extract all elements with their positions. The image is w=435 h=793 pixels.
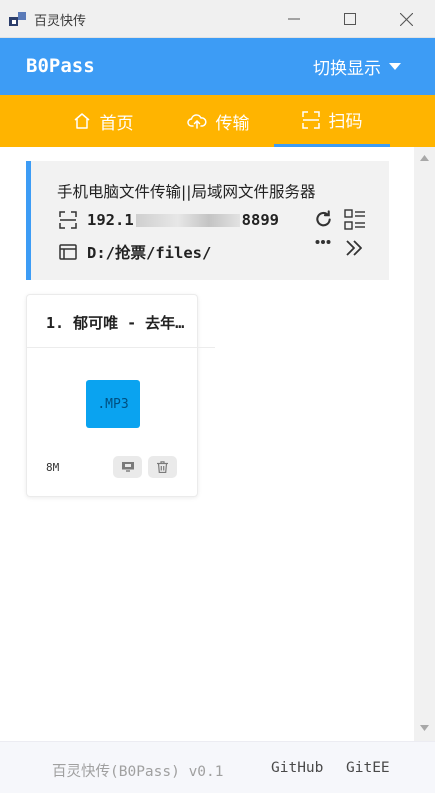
scan-icon <box>301 110 320 129</box>
shared-folder-row: D:/抢票/files/ <box>59 241 211 263</box>
more-button[interactable] <box>315 239 331 245</box>
vertical-scrollbar[interactable] <box>414 147 435 741</box>
tab-transfer[interactable]: 传输 <box>166 95 270 147</box>
refresh-icon <box>316 210 331 227</box>
maximize-button[interactable] <box>322 0 378 38</box>
file-card[interactable]: 1. 郁可唯 - 去年夏天.mp3 .MP3 8M <box>26 294 215 497</box>
brand-title: B0Pass <box>26 55 95 77</box>
tab-transfer-label: 传输 <box>215 113 250 134</box>
server-ip-prefix: 192.1 <box>87 211 134 229</box>
refresh-button[interactable] <box>314 210 333 229</box>
file-type-icon[interactable]: .MP3 <box>86 380 140 428</box>
close-button[interactable] <box>378 0 434 38</box>
gitee-link[interactable]: GitEE <box>346 760 390 776</box>
scan-icon <box>59 211 77 229</box>
maximize-icon <box>344 13 356 25</box>
qrcode-list-button[interactable] <box>344 209 366 231</box>
file-size: 8M <box>46 461 60 474</box>
ip-redaction-mask <box>135 213 240 227</box>
shared-folder-path: D:/抢票/files/ <box>87 244 212 262</box>
github-link[interactable]: GitHub <box>271 760 323 776</box>
play-on-device-button[interactable] <box>113 456 142 478</box>
scroll-down-arrow-icon[interactable] <box>420 725 429 731</box>
scroll-up-arrow-icon[interactable] <box>420 155 429 161</box>
tab-home-label: 首页 <box>99 113 134 134</box>
display-toggle-label: 切换显示 <box>313 59 381 79</box>
more-horizontal-icon <box>315 240 331 244</box>
close-icon <box>399 12 413 26</box>
open-folder-button[interactable] <box>345 239 363 257</box>
minimize-icon <box>288 18 300 20</box>
file-card-divider <box>27 347 215 348</box>
window-title: 百灵快传 <box>34 14 87 29</box>
caret-down-icon <box>389 62 401 70</box>
tab-scan[interactable]: 扫码 <box>274 95 390 147</box>
server-address-row: 192.1 8899 <box>59 211 279 229</box>
cloud-upload-icon <box>186 114 206 129</box>
home-icon <box>74 113 89 129</box>
tab-home[interactable]: 首页 <box>50 95 156 147</box>
window-icon <box>59 244 77 260</box>
monitor-icon <box>121 462 134 472</box>
minimize-button[interactable] <box>266 0 322 38</box>
window-titlebar: 百灵快传 <box>0 0 435 38</box>
app-logo-icon <box>9 12 26 26</box>
server-port: 8899 <box>241 211 279 229</box>
app-header: B0Pass 切换显示 <box>0 38 435 95</box>
file-name: 1. 郁可唯 - 去年夏天.mp3 <box>46 314 196 332</box>
display-toggle-dropdown[interactable]: 切换显示 <box>313 54 401 79</box>
tab-bar: 首页 传输 扫码 <box>0 95 435 147</box>
trash-icon <box>157 461 168 473</box>
server-info-title: 手机电脑文件传输||局域网文件服务器 <box>57 183 316 201</box>
qrcode-list-icon <box>344 209 365 230</box>
double-chevron-right-icon <box>346 240 362 256</box>
server-info-card: 手机电脑文件传输||局域网文件服务器 192.1 8899 D:/抢票/file… <box>26 161 389 280</box>
file-type-label: .MP3 <box>97 396 129 412</box>
footer-version: 百灵快传(B0Pass) v0.1 <box>52 764 224 780</box>
tab-scan-label: 扫码 <box>328 112 363 132</box>
app-footer: 百灵快传(B0Pass) v0.1 GitHub GitEE <box>0 741 435 793</box>
delete-button[interactable] <box>148 456 177 478</box>
